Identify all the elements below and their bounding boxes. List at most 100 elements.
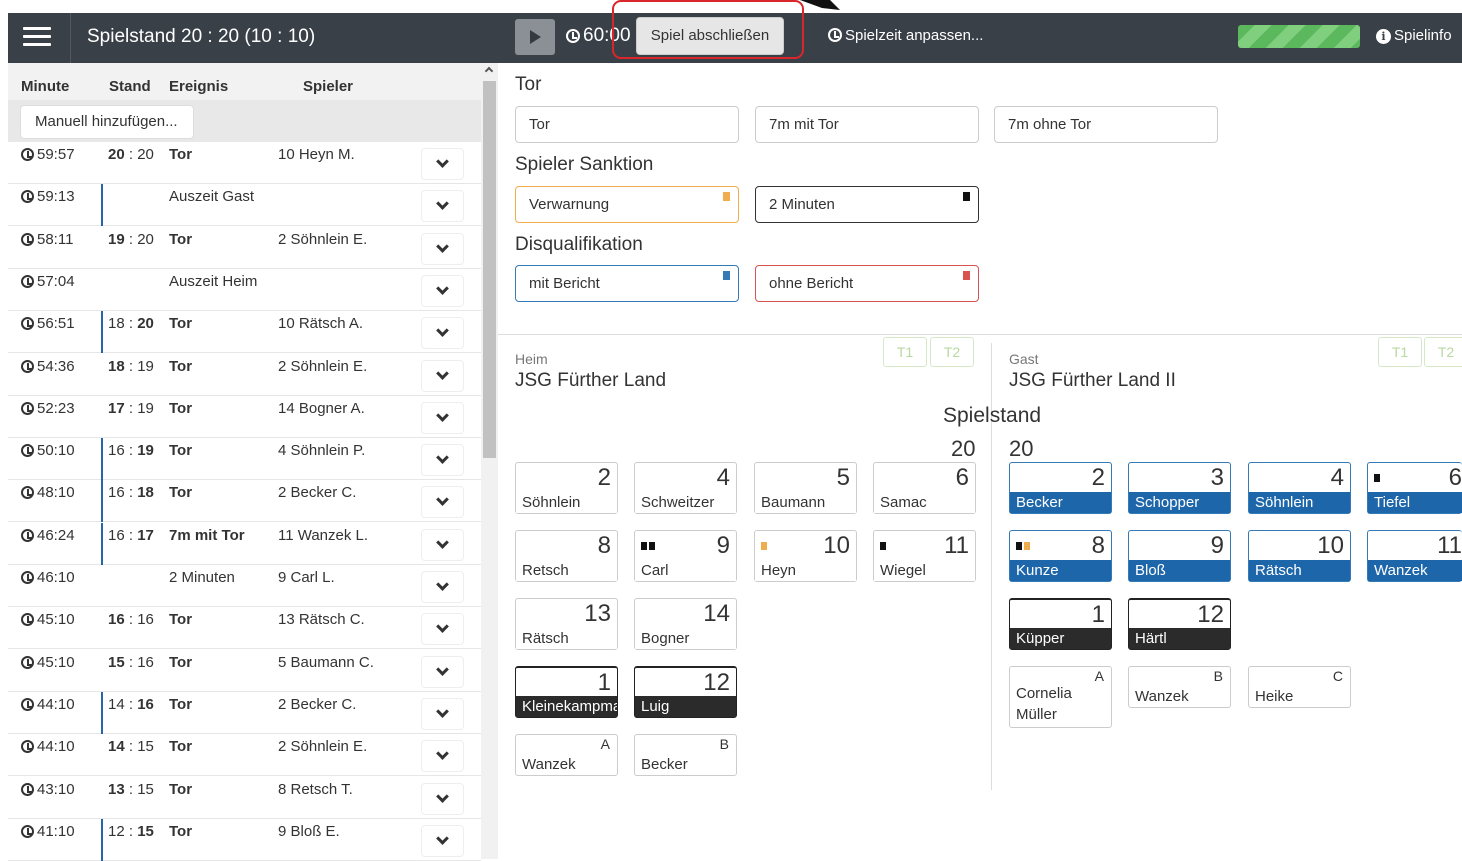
event-type: Tor [169,230,193,248]
home-player-card[interactable]: 11 Wiegel [873,530,976,582]
events-panel: Minute Stand Ereignis Spieler Manuell hi… [8,63,498,861]
event-dropdown-button[interactable] [421,697,464,730]
event-dropdown-button[interactable] [421,401,464,434]
event-row: 54:36 18 : 19 Tor 2 Söhnlein E. [8,353,481,396]
team-marker [101,691,103,734]
end-game-button[interactable]: Spiel abschließen [636,17,784,55]
home-player-card[interactable]: 14 Bogner [634,598,737,650]
event-dropdown-button[interactable] [421,190,464,223]
guest-player-card[interactable]: 2 Becker [1009,462,1112,514]
adjust-time-link[interactable]: Spielzeit anpassen... [828,27,983,44]
home-team-name: JSG Fürther Land [515,370,667,391]
scroll-up-icon[interactable] [484,66,494,76]
clock-icon [21,359,34,373]
home-player-card[interactable]: 10 Heyn [754,530,857,582]
event-dropdown-button[interactable] [421,571,464,603]
add-event-row: Manuell hinzufügen... [8,100,481,142]
home-player-card[interactable]: 5 Baumann [754,462,857,514]
home-keeper-card[interactable]: 12 Luig [634,666,737,718]
warning-button[interactable]: Verwarnung [515,186,739,223]
two-minutes-button[interactable]: 2 Minuten [755,186,979,223]
event-dropdown-button[interactable] [421,740,464,773]
home-player-card[interactable]: 9 Carl [634,530,737,582]
game-info-link[interactable]: i Spielinfo [1376,27,1452,44]
event-minute: 46:10 [21,569,75,586]
event-dropdown-button[interactable] [421,317,464,350]
event-dropdown-button[interactable] [421,232,464,265]
event-score: 16 : 16 [108,611,154,629]
guest-player-card[interactable]: 8 Kunze [1009,530,1112,582]
event-dropdown-button[interactable] [421,444,464,477]
guest-official-card[interactable]: B Wanzek [1128,666,1231,708]
event-player: 2 Becker C. [278,484,357,502]
home-timeout-1-button[interactable]: T1 [883,337,927,367]
guest-keeper-card[interactable]: 12 Härtl [1128,598,1231,650]
event-type: Tor [169,738,193,756]
home-player-card[interactable]: 6 Samac [873,462,976,514]
disq-without-report-button[interactable]: ohne Bericht [755,265,979,302]
guest-keeper-card[interactable]: 1 Küpper [1009,598,1112,650]
event-dropdown-button[interactable] [421,528,464,561]
home-official-card[interactable]: B Becker [634,734,737,776]
clock-icon [21,274,34,288]
guest-player-card[interactable]: 4 Söhnlein [1248,462,1351,514]
home-player-card[interactable]: 4 Schweitzer [634,462,737,514]
event-row: 46:10 2 Minuten 9 Carl L. [8,565,481,607]
home-player-card[interactable]: 13 Rätsch [515,598,618,650]
chevron-down-icon [436,366,449,380]
scroll-thumb[interactable] [483,81,496,458]
home-official-card[interactable]: A Wanzek [515,734,618,776]
event-minute: 44:10 [21,738,75,755]
seven-meter-goal-button[interactable]: 7m mit Tor [755,106,979,143]
event-row: 48:10 16 : 18 Tor 2 Becker C. [8,480,481,523]
seven-meter-miss-button[interactable]: 7m ohne Tor [994,106,1218,143]
event-dropdown-button[interactable] [421,148,464,180]
event-minute: 54:36 [21,358,75,375]
blue-card-icon [723,271,730,280]
guest-official-card[interactable]: C Heike [1248,666,1351,708]
scrollbar[interactable] [481,63,498,859]
clock-icon [566,29,580,43]
event-minute: 41:10 [21,823,75,840]
guest-player-card[interactable]: 3 Schopper [1128,462,1231,514]
divider [498,334,1462,335]
goal-button[interactable]: Tor [515,106,739,143]
warning-marks [761,537,769,555]
event-dropdown-button[interactable] [421,613,464,646]
event-dropdown-button[interactable] [421,359,464,392]
home-keeper-card[interactable]: 1Kleinekampmann [515,666,618,718]
guest-player-card[interactable]: 10 Rätsch [1248,530,1351,582]
clock-icon [21,401,34,415]
add-event-button[interactable]: Manuell hinzufügen... [20,105,194,139]
event-player: 2 Söhnlein E. [278,738,368,756]
home-player-card[interactable]: 8 Retsch [515,530,618,582]
guest-timeout-2-button[interactable]: T2 [1424,337,1462,367]
home-player-card[interactable]: 2 Söhnlein [515,462,618,514]
guest-official-card[interactable]: A Cornelia Müller [1009,666,1112,728]
event-score: 12 : 15 [108,822,154,840]
info-icon: i [1376,29,1391,44]
menu-icon[interactable] [8,13,71,63]
guest-player-card[interactable]: 9 Bloß [1128,530,1231,582]
chevron-down-icon [436,282,449,295]
team-marker [101,480,103,523]
event-row: 43:10 13 : 15 Tor 8 Retsch T. [8,776,481,819]
event-player: 8 Retsch T. [278,780,353,798]
event-type: Tor [169,357,193,375]
event-dropdown-button[interactable] [421,824,464,857]
event-dropdown-button[interactable] [421,655,464,688]
guest-player-card[interactable]: 11 Wanzek [1367,530,1462,582]
event-dropdown-button[interactable] [421,274,464,307]
chevron-down-icon [436,662,449,676]
event-dropdown-button[interactable] [421,486,464,519]
event-dropdown-button[interactable] [421,782,464,815]
goal-heading: Tor [515,74,542,95]
disq-with-report-button[interactable]: mit Bericht [515,265,739,302]
col-player: Spieler [303,78,354,95]
play-button[interactable] [515,19,555,55]
event-type: Auszeit Gast [169,188,255,206]
home-timeout-2-button[interactable]: T2 [930,337,974,367]
event-player: 2 Söhnlein E. [278,230,368,248]
guest-player-card[interactable]: 6 Tiefel [1367,462,1462,514]
guest-timeout-1-button[interactable]: T1 [1378,337,1422,367]
